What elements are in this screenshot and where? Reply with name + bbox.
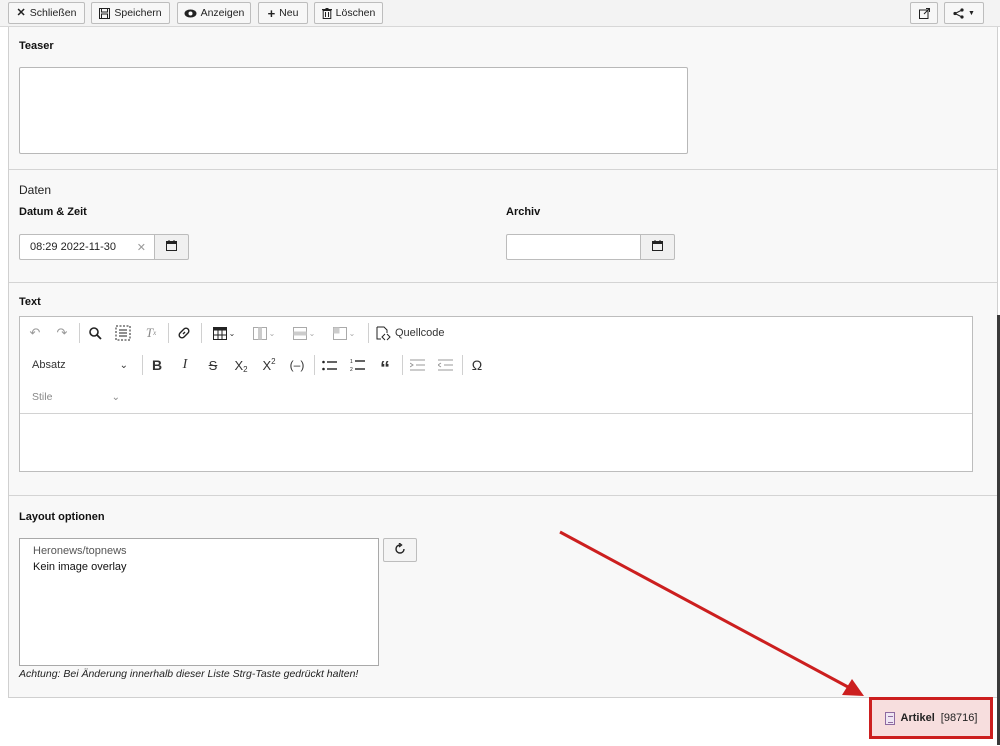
subscript-icon[interactable]: X2: [230, 355, 252, 375]
undo-icon[interactable]: ↶: [25, 323, 45, 343]
chevron-down-icon: ⌄: [348, 328, 356, 338]
delete-button[interactable]: Löschen: [314, 2, 383, 24]
chevron-down-icon: ⌄: [228, 328, 236, 338]
calendar-icon: [652, 240, 663, 254]
svg-text:2: 2: [350, 367, 353, 372]
refresh-icon: [394, 541, 406, 558]
reset-button[interactable]: [383, 538, 417, 562]
datetime-input[interactable]: 08:29 2022-11-30 ✕: [19, 234, 155, 260]
bulleted-list-icon[interactable]: [318, 355, 340, 375]
datetime-label: Datum & Zeit: [19, 206, 87, 218]
open-external-button[interactable]: [910, 2, 938, 24]
numbered-list-icon[interactable]: 12: [346, 355, 368, 375]
layout-options-listbox[interactable]: Heronews/topnews Kein image overlay: [19, 538, 379, 666]
external-link-icon: [918, 7, 930, 19]
special-char-icon[interactable]: Ω: [466, 355, 488, 375]
chevron-down-icon: ⌄: [308, 328, 316, 338]
eye-icon: [184, 9, 197, 18]
teaser-section: Teaser: [9, 27, 997, 170]
remove-format-icon[interactable]: Tx: [140, 323, 162, 343]
save-button[interactable]: Speichern: [91, 2, 170, 24]
share-icon: [953, 7, 964, 19]
source-icon: [376, 326, 391, 340]
indent-icon[interactable]: [406, 355, 428, 375]
archive-picker-button[interactable]: [640, 234, 675, 260]
archive-input[interactable]: [506, 234, 641, 260]
record-form: Teaser Daten Datum & Zeit 08:29 2022-11-…: [8, 27, 998, 698]
record-type: Artikel: [900, 712, 935, 724]
layout-note: Achtung: Bei Änderung innerhalb dieser L…: [19, 668, 359, 680]
save-icon: [99, 7, 111, 19]
clear-icon[interactable]: ✕: [137, 241, 146, 254]
find-replace-icon[interactable]: [84, 323, 106, 343]
teaser-textarea[interactable]: [19, 67, 688, 154]
top-toolbar: ✕ Schließen Speichern Anzeigen + Neu Lösch…: [0, 0, 1000, 27]
rich-text-editor: ↶ ↷ Tx ⌄ ⌄ ⌄ ⌄ Quellcode Absatz ⌄ B I S …: [19, 316, 973, 472]
archive-label: Archiv: [506, 206, 541, 218]
table-column-icon[interactable]: ⌄: [246, 323, 282, 343]
record-id: [98716]: [940, 712, 978, 724]
link-icon[interactable]: [173, 323, 195, 343]
select-all-icon[interactable]: [112, 323, 134, 343]
chevron-down-icon: ⌄: [268, 328, 276, 338]
datetime-picker-button[interactable]: [154, 234, 189, 260]
strikethrough-icon[interactable]: S: [202, 355, 224, 375]
blockquote-icon[interactable]: “: [374, 355, 396, 380]
hyphen-icon[interactable]: (–): [286, 355, 308, 375]
chevron-down-icon: ⌄: [119, 359, 128, 371]
share-button[interactable]: ▼: [944, 2, 984, 24]
italic-icon[interactable]: I: [174, 355, 196, 375]
source-button[interactable]: Quellcode: [375, 323, 455, 343]
trash-icon: [321, 7, 332, 19]
close-button[interactable]: ✕ Schließen: [8, 2, 85, 24]
editor-content[interactable]: [20, 413, 972, 471]
redo-icon[interactable]: ↷: [52, 323, 72, 343]
document-icon: [884, 711, 895, 725]
chevron-down-icon: ⌄: [111, 391, 120, 403]
view-button[interactable]: Anzeigen: [177, 2, 251, 24]
styles-select[interactable]: Stile ⌄: [26, 387, 126, 407]
close-icon: ✕: [16, 6, 26, 19]
chevron-down-icon: ▼: [968, 9, 975, 17]
optgroup-label: Heronews/topnews: [33, 545, 127, 557]
daten-legend: Daten: [19, 183, 52, 197]
layout-label: Layout optionen: [19, 511, 105, 523]
superscript-icon[interactable]: X2: [258, 355, 280, 375]
outdent-icon[interactable]: [434, 355, 456, 375]
calendar-icon: [166, 240, 177, 254]
table-cell-icon[interactable]: ⌄: [326, 323, 362, 343]
list-option[interactable]: Kein image overlay: [33, 561, 127, 573]
plus-icon: +: [267, 5, 276, 21]
text-label: Text: [19, 296, 41, 308]
paragraph-format-select[interactable]: Absatz ⌄: [26, 355, 134, 375]
daten-section: Daten Datum & Zeit 08:29 2022-11-30 ✕ Ar…: [9, 170, 997, 283]
teaser-label: Teaser: [19, 40, 54, 52]
record-badge[interactable]: Artikel [98716]: [869, 697, 993, 739]
new-button[interactable]: + Neu: [258, 2, 308, 24]
table-icon[interactable]: ⌄: [206, 323, 242, 343]
svg-text:1: 1: [350, 359, 353, 365]
bold-icon[interactable]: B: [146, 355, 168, 375]
table-row-icon[interactable]: ⌄: [286, 323, 322, 343]
